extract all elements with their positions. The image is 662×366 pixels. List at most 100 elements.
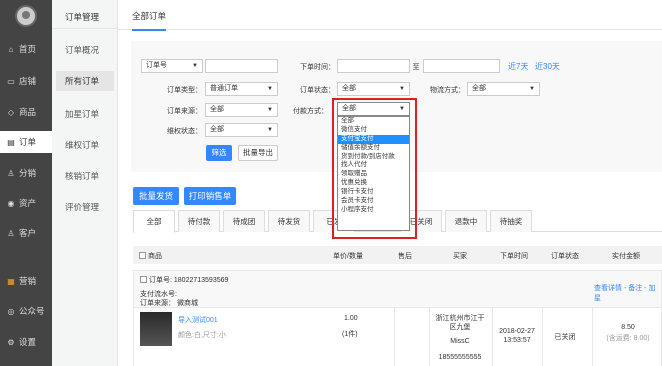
header-status: 订单状态 (551, 253, 579, 260)
nav-label: 公众号 (19, 306, 45, 316)
payment-select[interactable]: 全部 ▼ (337, 102, 410, 116)
logistics-select[interactable]: 全部 ▼ (467, 82, 540, 96)
order-status: 已关闭 (554, 334, 576, 341)
dropdown-option[interactable]: 领取赠品 (338, 170, 409, 179)
order-date: 2018-02-27 (499, 328, 535, 335)
order-checkbox[interactable] (140, 276, 147, 283)
chevron-down-icon: ▼ (267, 107, 273, 113)
order-status-select[interactable]: 全部 ▼ (337, 82, 410, 96)
dropdown-option[interactable]: 银行卡支付 (338, 188, 409, 197)
chevron-down-icon: ▼ (529, 86, 535, 92)
chevron-down-icon: ▼ (267, 86, 273, 92)
nav-item-wechat[interactable]: ◎ 公众号 (0, 300, 52, 322)
source-select[interactable]: 全部 ▼ (205, 103, 278, 117)
wechat-icon: ◎ (7, 306, 15, 316)
subnav-item-all-orders[interactable]: 所有订单 (56, 71, 114, 91)
nav-label: 设置 (19, 337, 37, 347)
tag-icon: ◇ (7, 107, 15, 117)
to-label: 至 (412, 64, 420, 71)
nav-label: 分销 (19, 168, 37, 178)
tab-pending-group[interactable]: 待成团 (223, 210, 265, 232)
main-nav: ⌂ 首页 ▭ 店铺 ◇ 商品 ▤ 订单 ♙ 分销 ◉ 资产 ♙ 客户 ▦ 营销 ◎ 公众号 ⚙ 设置 (0, 0, 52, 366)
avatar[interactable] (15, 5, 37, 27)
chevron-down-icon: ▼ (399, 86, 405, 92)
nav-item-customers[interactable]: ♙ 客户 (0, 222, 52, 244)
dropdown-option[interactable]: 会员卡支付 (338, 197, 409, 206)
subnav-item-verify[interactable]: 核销订单 (65, 170, 99, 182)
payment-dropdown: 全部 微信支付 支付宝支付 储值余额支付 货到付款/到店付款 找人代付 领取赠品… (337, 116, 410, 231)
nav-item-goods[interactable]: ◇ 商品 (0, 101, 52, 123)
marketing-icon: ▦ (7, 276, 15, 286)
dropdown-option[interactable]: 微信支付 (338, 126, 409, 135)
order-icon: ▤ (7, 137, 15, 147)
select-value: 普通订单 (210, 85, 238, 92)
divider (592, 308, 593, 366)
tab-pending-ship[interactable]: 待发货 (268, 210, 310, 232)
tab-all[interactable]: 全部 (133, 210, 175, 233)
filter-button[interactable]: 筛选 (206, 145, 232, 161)
order-no-input[interactable] (205, 59, 278, 73)
coin-icon: ◉ (7, 198, 15, 208)
nav-item-distribution[interactable]: ♙ 分销 (0, 162, 52, 184)
nav-label: 资产 (19, 198, 37, 208)
user-icon: ♙ (7, 168, 15, 178)
product-spec: 颜色:白,尺寸:小 (178, 332, 226, 339)
rights-select[interactable]: 全部 ▼ (205, 123, 278, 137)
last-7-days-link[interactable]: 近7天 (508, 61, 528, 72)
customer-icon: ♙ (7, 228, 15, 238)
select-value: 全部 (210, 106, 224, 113)
subnav-item-overview[interactable]: 订单概况 (65, 44, 99, 56)
end-date-input[interactable] (423, 59, 500, 73)
select-value: 全部 (472, 85, 486, 92)
order-number-text: 订单号: 18022713593569 (149, 277, 229, 284)
product-name[interactable]: 导入测试001 (178, 315, 218, 325)
nav-label: 商品 (19, 107, 37, 117)
order-type-select[interactable]: 普通订单 ▼ (205, 82, 278, 96)
dropdown-option[interactable]: 全部 (338, 117, 409, 126)
last-30-days-link[interactable]: 近30天 (535, 61, 560, 72)
page-tabbar: 全部订单 (118, 0, 662, 31)
subnav-item-starred[interactable]: 加星订单 (65, 108, 99, 120)
paid-amount: 8.50 (621, 324, 635, 331)
nav-item-settings[interactable]: ⚙ 设置 (0, 331, 52, 353)
order-status-label: 订单状态： (300, 87, 335, 94)
nav-label: 营销 (19, 276, 37, 286)
order-number: 订单号: 18022713593569 (140, 275, 228, 285)
nav-item-assets[interactable]: ◉ 资产 (0, 192, 52, 214)
subnav-item-reviews[interactable]: 评价管理 (65, 201, 99, 213)
tab-pending-payment[interactable]: 待付款 (178, 210, 220, 232)
dropdown-option[interactable]: 支付宝支付 (338, 134, 409, 144)
order-source: 订单来源： 微商城 (140, 300, 198, 307)
header-buyer: 买家 (453, 253, 467, 260)
buyer-phone: 18555555555 (438, 354, 482, 361)
order-no-select[interactable]: 订单号 ▼ (141, 59, 203, 73)
settings-icon: ⚙ (7, 337, 15, 347)
shipping-note: (含运费: 8.00) (606, 335, 650, 342)
dropdown-option[interactable]: 找人代付 (338, 161, 409, 170)
tab-refunding[interactable]: 退款中 (445, 210, 487, 232)
start-date-input[interactable] (337, 59, 410, 73)
dropdown-option[interactable]: 小程序支付 (338, 206, 409, 215)
nav-item-orders[interactable]: ▤ 订单 (0, 131, 52, 153)
divider (542, 308, 543, 366)
export-button[interactable]: 批量导出 (238, 145, 278, 161)
order-actions-link[interactable]: 查看详情 - 备注 - 加星 (594, 283, 661, 303)
table-header: 商品 单价/数量 售后 买家 下单时间 订单状态 实付金额 (133, 246, 662, 264)
print-button[interactable]: 打印销售单 (184, 187, 236, 205)
nav-item-store[interactable]: ▭ 店铺 (0, 70, 52, 92)
dropdown-option[interactable]: 储值余额支付 (338, 144, 409, 153)
select-all-checkbox[interactable] (139, 252, 146, 259)
nav-item-home[interactable]: ⌂ 首页 (0, 38, 52, 60)
subnav-item-rights[interactable]: 维权订单 (65, 139, 99, 151)
batch-ship-button[interactable]: 批量发货 (133, 187, 179, 205)
nav-label: 订单 (19, 137, 37, 147)
tab-lottery[interactable]: 待抽奖 (490, 210, 532, 232)
tab-all-orders[interactable]: 全部订单 (132, 10, 167, 31)
dropdown-option[interactable]: 优惠兑换 (338, 179, 409, 188)
source-label: 订单来源： (167, 108, 202, 115)
divider (52, 28, 118, 29)
product-thumbnail[interactable] (140, 312, 172, 346)
nav-item-marketing[interactable]: ▦ 营销 (0, 270, 52, 292)
divider (429, 308, 430, 366)
header-aftersale: 售后 (398, 253, 412, 260)
